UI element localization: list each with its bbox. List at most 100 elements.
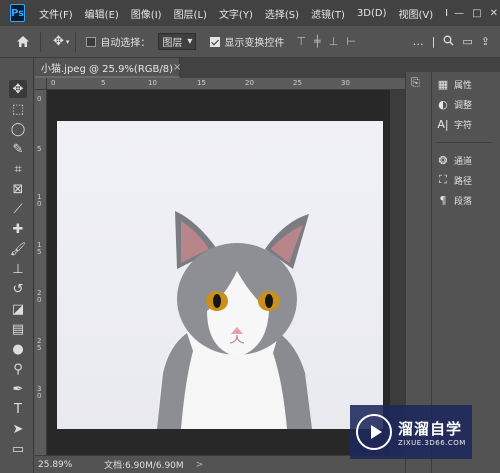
ruler-label: 25 <box>293 79 302 87</box>
panel-adjustments[interactable]: ◐ 调整 <box>436 94 492 114</box>
ruler-label: 25 <box>37 337 42 352</box>
chevron-right-icon[interactable]: > <box>196 460 204 470</box>
align-top-icon[interactable]: ⊤ <box>296 35 306 48</box>
menu-overflow[interactable]: I <box>439 8 454 19</box>
auto-select-label: 自动选择： <box>100 38 151 49</box>
panel-paragraph[interactable]: ¶ 段落 <box>436 190 492 210</box>
panel-label: 属性 <box>454 80 473 91</box>
close-button[interactable]: ✕ <box>490 8 498 19</box>
panel-strip-header[interactable] <box>405 58 431 72</box>
document-tab-title: 小猫.jpeg @ 25.9%(RGB/8) <box>41 63 174 75</box>
path-selection-tool-icon[interactable]: ➤ <box>9 420 27 438</box>
right-dock-header[interactable] <box>431 58 500 72</box>
panel-channels[interactable]: ❂ 通道 <box>436 150 492 170</box>
vertical-ruler[interactable]: 0 5 10 15 20 25 30 <box>35 90 47 455</box>
ruler-label: 15 <box>197 79 206 87</box>
ruler-label: 5 <box>37 145 42 153</box>
align-bottom-icon[interactable]: ⊥ <box>329 35 339 48</box>
vertical-scrollbar[interactable] <box>390 90 405 455</box>
menu-edit[interactable]: 编辑(E) <box>79 6 125 21</box>
move-tool-preset[interactable]: ✥ ▾ <box>53 34 69 49</box>
menu-type[interactable]: 文字(Y) <box>213 6 259 21</box>
panel-label: 通道 <box>454 156 473 167</box>
share-icon[interactable]: ⇪ <box>481 35 490 48</box>
panel-group-2: ❂ 通道 ⛶ 路径 ¶ 段落 <box>436 150 492 210</box>
info-icon: ▦ <box>437 77 449 91</box>
history-icon[interactable]: ⎘ <box>411 76 420 90</box>
character-icon: A| <box>437 117 449 131</box>
document-size-status: 文档:6.90M/6.90M <box>104 461 184 471</box>
workspace-icon[interactable]: ▭ <box>462 35 472 48</box>
divider <box>40 31 41 52</box>
gradient-tool-icon[interactable]: ▤ <box>9 320 27 338</box>
brush-tool-icon[interactable]: 🖌 <box>9 240 27 258</box>
divider <box>75 31 77 52</box>
watermark: 溜溜自学 ZIXUE.3D66.COM <box>350 405 472 459</box>
checkbox-box[interactable] <box>86 36 97 47</box>
menu-image[interactable]: 图像(I) <box>125 6 168 21</box>
ruler-corner[interactable] <box>35 78 47 90</box>
auto-select-checkbox[interactable]: 自动选择： <box>86 34 150 49</box>
menu-view[interactable]: 视图(V) <box>393 6 440 21</box>
paragraph-icon: ¶ <box>439 193 447 207</box>
menu-3d[interactable]: 3D(D) <box>351 8 393 19</box>
chevron-down-icon: ▾ <box>187 36 193 47</box>
marquee-tool-icon[interactable]: ⬚ <box>9 100 27 118</box>
type-tool-icon[interactable]: T <box>9 400 27 418</box>
panel-label: 调整 <box>454 100 473 111</box>
crop-tool-icon[interactable]: ⌗ <box>9 160 27 178</box>
frame-tool-icon[interactable]: ⊠ <box>9 180 27 198</box>
ruler-label: 10 <box>37 193 42 208</box>
layer-select-value: 图层 <box>162 38 183 49</box>
watermark-subtitle: ZIXUE.3D66.COM <box>398 438 466 447</box>
more-icon[interactable]: … <box>413 35 424 48</box>
ruler-label: 0 <box>51 79 56 87</box>
document-tab[interactable]: 小猫.jpeg @ 25.9%(RGB/8) × <box>35 58 181 78</box>
panel-properties[interactable]: ▦ 属性 <box>436 74 492 94</box>
zoom-level[interactable]: 25.89% <box>38 460 98 470</box>
tools-panel: ✥ ⬚ ◯ ✎ ⌗ ⊠ ⟋ ✚ 🖌 ⊥ ↺ ◪ ▤ ● ⚲ ✒ T ➤ ▭ <box>0 58 34 473</box>
minimize-button[interactable]: — <box>454 8 464 19</box>
clone-stamp-tool-icon[interactable]: ⊥ <box>9 260 27 278</box>
window-controls: — □ ✕ <box>454 8 500 19</box>
ruler-label: 0 <box>37 95 42 103</box>
quick-select-tool-icon[interactable]: ✎ <box>9 140 27 158</box>
ruler-label: 10 <box>148 79 157 87</box>
ruler-label: 20 <box>37 289 42 304</box>
align-vcenter-icon[interactable]: ╪ <box>314 35 321 48</box>
healing-brush-tool-icon[interactable]: ✚ <box>9 220 27 238</box>
lasso-tool-icon[interactable]: ◯ <box>9 120 27 138</box>
menu-filter[interactable]: 滤镜(T) <box>305 6 351 21</box>
menu-file[interactable]: 文件(F) <box>33 6 79 21</box>
menu-select[interactable]: 选择(S) <box>259 6 305 21</box>
blur-tool-icon[interactable]: ● <box>9 340 27 358</box>
document-image[interactable] <box>57 121 383 429</box>
panel-paths[interactable]: ⛶ 路径 <box>436 170 492 190</box>
divider <box>436 142 492 143</box>
eyedropper-tool-icon[interactable]: ⟋ <box>9 200 27 218</box>
horizontal-ruler[interactable]: 0 5 10 15 20 25 30 <box>47 78 405 90</box>
align-icons: ⊤ ╪ ⊥ ⊢ <box>296 35 355 48</box>
search-icon[interactable] <box>443 35 454 49</box>
show-transform-checkbox[interactable]: 显示变换控件 <box>210 34 284 49</box>
photoshop-logo[interactable]: Ps <box>10 4 26 22</box>
pen-tool-icon[interactable]: ✒ <box>9 380 27 398</box>
adjust-icon: ◐ <box>438 97 448 111</box>
watermark-text: 溜溜自学 ZIXUE.3D66.COM <box>398 418 466 447</box>
history-brush-tool-icon[interactable]: ↺ <box>9 280 27 298</box>
eraser-tool-icon[interactable]: ◪ <box>9 300 27 318</box>
home-icon[interactable] <box>12 31 34 53</box>
options-bar: ✥ ▾ 自动选择： 图层 ▾ 显示变换控件 ⊤ ╪ ⊥ ⊢ … | ▭ ⇪ <box>0 26 500 58</box>
ruler-label: 15 <box>37 241 42 256</box>
move-tool-icon[interactable]: ✥ <box>9 80 27 98</box>
align-left-icon[interactable]: ⊢ <box>346 35 356 48</box>
cat-photo <box>157 211 312 429</box>
checkbox-box[interactable] <box>210 36 221 47</box>
layer-select-dropdown[interactable]: 图层 ▾ <box>158 33 197 50</box>
maximize-button[interactable]: □ <box>472 8 481 19</box>
panel-character[interactable]: A| 字符 <box>436 114 492 134</box>
dodge-tool-icon[interactable]: ⚲ <box>9 360 27 378</box>
rectangle-tool-icon[interactable]: ▭ <box>9 440 27 458</box>
menu-layer[interactable]: 图层(L) <box>168 6 213 21</box>
move-icon: ✥ <box>53 34 64 49</box>
